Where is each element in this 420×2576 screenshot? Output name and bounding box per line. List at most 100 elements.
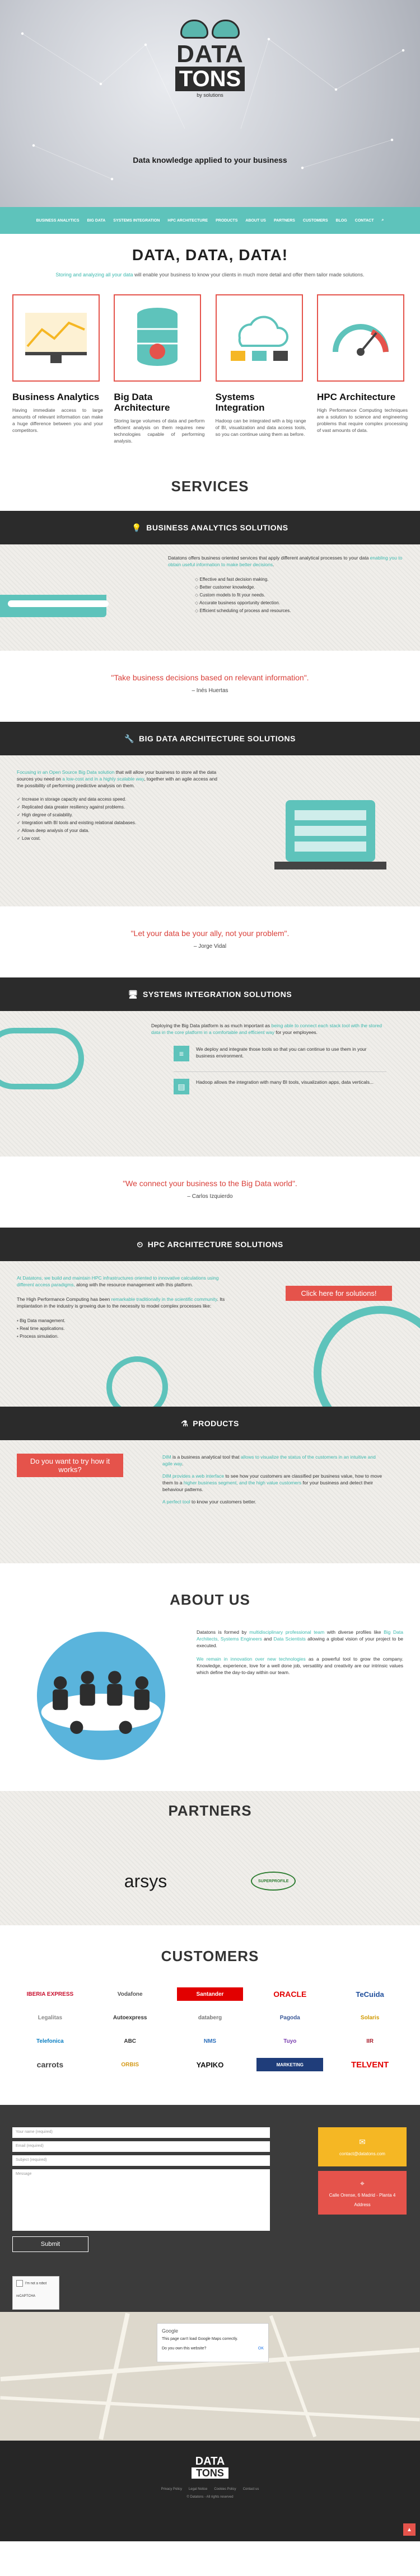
back-to-top-button[interactable]: ▲ (403, 2523, 416, 2536)
contact-email[interactable]: contact@datatons.com (339, 2151, 385, 2156)
chart-icon (12, 294, 100, 382)
nav-item-big-data[interactable]: Big Data (87, 219, 106, 223)
customer-logo: MARKETING (256, 2058, 324, 2071)
card-title: Big Data Architecture (114, 392, 170, 413)
quote-author: – Carlos Izquierdo (187, 1193, 233, 1200)
customer-logo: YAPIKO (196, 2060, 224, 2069)
quote-big-data: "Let your data be your ally, not your pr… (0, 906, 420, 977)
customer-logo: Legalitas (38, 2014, 63, 2021)
map-ok-button[interactable]: OK (258, 2347, 264, 2351)
quote-systems-integration: "We connect your business to the Big Dat… (0, 1157, 420, 1228)
map[interactable]: Google This page can't load Google Maps … (0, 2312, 420, 2441)
tachometer-icon: ⏲ (137, 1239, 143, 1249)
gauge-illustration-small (106, 1356, 168, 1407)
list-item: Efficient scheduling of process and reso… (195, 607, 420, 615)
customer-logo: ABC (124, 2038, 137, 2044)
card-big-data[interactable]: Big Data Architecture Storing large volu… (114, 294, 204, 444)
band-business-analytics: 💡 BUSINESS ANALYTICS SOLUTIONS (0, 511, 420, 544)
pin-icon: ⌖ (360, 2178, 365, 2188)
recaptcha[interactable]: I'm not a robot reCAPTCHA (12, 2276, 59, 2310)
database-small-icon: ≡ (174, 1046, 189, 1061)
flask-icon: ⚗ (181, 1418, 189, 1428)
envelope-icon: ✉ (359, 2137, 366, 2146)
submit-button[interactable]: Submit (12, 2236, 88, 2252)
band-systems-integration: 🖥 SYSTEMS INTEGRATION SOLUTIONS (0, 977, 420, 1011)
customer-logo: IBERIA EXPRESS (26, 1991, 74, 1997)
contact-section: Your name (required) Email (required) Su… (0, 2105, 420, 2312)
partner-logo-arsys[interactable]: arsys (124, 1871, 167, 1892)
email-box[interactable]: ✉ contact@datatons.com (318, 2127, 407, 2166)
recaptcha-brand: reCAPTCHA (16, 2295, 36, 2298)
try-it-button[interactable]: Do you want to try how it works? (17, 1454, 123, 1477)
main-nav: Business Analytics Big Data Systems Inte… (0, 207, 420, 234)
nav-item-partners[interactable]: Partners (274, 219, 295, 223)
card-text: Storing large volumes of data and perfor… (114, 418, 205, 444)
team-illustration (36, 1632, 166, 1760)
about-title: ABOUT US (170, 1591, 250, 1608)
feature-cards: Business Analytics Having immediate acce… (0, 294, 420, 444)
data-section: DATA, DATA, DATA! Storing and analyzing … (0, 234, 420, 444)
products-p2: DIM provides a web interface to see how … (162, 1473, 382, 1492)
gauge-icon (316, 294, 404, 382)
card-text: Having immediate access to large amounts… (12, 407, 103, 433)
search-icon[interactable]: ⌕ (381, 218, 384, 223)
google-logo: Google (162, 2328, 179, 2334)
nav-item-about[interactable]: About us (245, 219, 266, 223)
message-field[interactable]: Message (12, 2169, 270, 2231)
customer-logo: Tuyo (283, 2038, 297, 2044)
nav-item-contact[interactable]: Contact (355, 219, 374, 223)
products-p3: A perfect tool to know your customers be… (162, 1499, 256, 1505)
card-text: Hadoop can be integrated with a big rang… (215, 418, 306, 437)
nav-item-business-analytics[interactable]: Business Analytics (36, 219, 80, 223)
partners-title: PARTNERS (168, 1802, 252, 1819)
card-title: Systems Integration (215, 392, 265, 413)
footer-link[interactable]: Contact us (243, 2488, 259, 2491)
footer-copyright: © Datatons - All rights reserved (186, 2495, 234, 2499)
monitor-icon: 🖥 (128, 989, 138, 999)
logo[interactable]: DATA TONS by solutions (165, 20, 255, 115)
footer-logo[interactable]: DATA TONS (0, 2441, 420, 2479)
nav-item-hpc[interactable]: HPC Architecture (167, 219, 208, 223)
contact-address-label: Address (354, 2202, 371, 2207)
customer-logo: Santander (176, 1987, 244, 2001)
card-systems-integration[interactable]: Systems Integration Hadoop can be integr… (215, 294, 306, 444)
nav-item-systems-integration[interactable]: Systems Integration (113, 219, 160, 223)
about-p2: We remain in innovation over new technol… (197, 1656, 403, 1675)
nav-item-blog[interactable]: Blog (336, 219, 347, 223)
si-row: ▤ Hadoop allows the integration with man… (174, 1071, 386, 1094)
footer: DATA TONS Privacy Policy Legal Notice Co… (0, 2441, 420, 2541)
customer-logo: Solaris (360, 2014, 380, 2021)
products-p1: DIM is a business analytical tool that a… (162, 1454, 376, 1466)
footer-link[interactable]: Privacy Policy (161, 2488, 182, 2491)
captcha-checkbox[interactable] (16, 2280, 23, 2287)
services-title: SERVICES (171, 478, 249, 495)
name-field[interactable]: Your name (required) (12, 2127, 270, 2138)
email-field[interactable]: Email (required) (12, 2141, 270, 2152)
card-business-analytics[interactable]: Business Analytics Having immediate acce… (12, 294, 103, 444)
card-hpc[interactable]: HPC Architecture High Performance Comput… (316, 294, 408, 444)
data-title: DATA, DATA, DATA! (132, 246, 288, 264)
about-text: Datatons is formed by multidisciplinary … (197, 1629, 403, 1763)
products-body: Do you want to try how it works? DIM is … (0, 1440, 420, 1563)
customer-logo: Pagoda (279, 2014, 300, 2021)
customer-logo: ORACLE (273, 1990, 307, 1999)
hpc-p2: The High Performance Computing has been … (17, 1296, 225, 1309)
footer-link[interactable]: Legal Notice (189, 2488, 207, 2491)
partner-logo-superprofile[interactable]: SUPERPROFILE (251, 1872, 296, 1891)
database-icon (114, 294, 202, 382)
device-illustration (0, 595, 109, 617)
hpc-cta-button[interactable]: Click here for solutions! (286, 1286, 392, 1301)
customers-section: CUSTOMERS IBERIA EXPRESS Vodafone Santan… (0, 1948, 420, 2071)
ba-lead: Datatons offers business oriented servic… (168, 555, 403, 567)
hpc-body: At Datatons, we build and maintain HPC i… (0, 1261, 420, 1407)
business-analytics-body: Datatons offers business oriented servic… (0, 544, 420, 651)
list-item: Better customer knowledge. (195, 584, 420, 591)
footer-link[interactable]: Cookies Policy (214, 2488, 236, 2491)
nav-item-customers[interactable]: Customers (303, 219, 328, 223)
hero: DATA TONS by solutions Data knowledge ap… (0, 0, 420, 207)
subject-field[interactable]: Subject (required) (12, 2155, 270, 2166)
band-products: ⚗ PRODUCTS (0, 1407, 420, 1440)
map-road (269, 2315, 317, 2438)
ba-list: Effective and fast decision making. Bett… (195, 576, 420, 615)
nav-item-products[interactable]: Products (216, 219, 237, 223)
